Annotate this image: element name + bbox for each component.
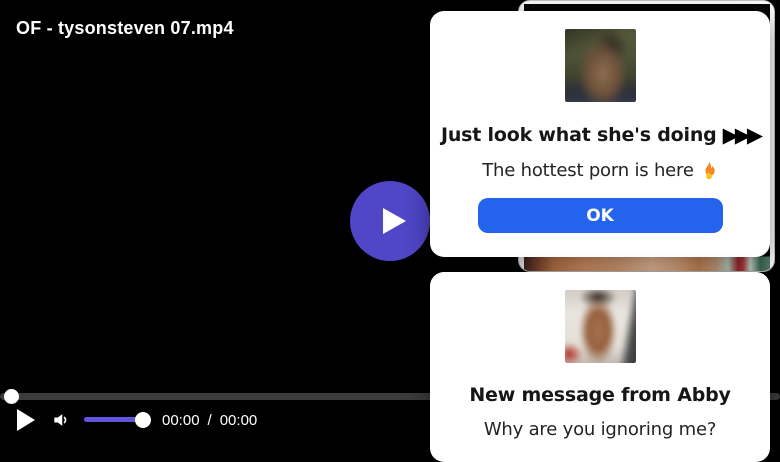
triple-play-arrows-icon: ▶▶▶: [722, 123, 764, 147]
speaker-icon: [54, 414, 67, 426]
ok-button[interactable]: OK: [477, 198, 723, 233]
volume-knob[interactable]: [135, 412, 151, 428]
mute-button[interactable]: [51, 410, 71, 430]
play-icon: [383, 208, 406, 234]
promo-popup[interactable]: Just look what she's doing ▶▶▶ The hotte…: [430, 11, 770, 257]
fire-icon: [705, 161, 715, 179]
current-time: 00:00: [162, 412, 200, 429]
time-display: 00:00 / 00:00: [162, 412, 257, 429]
message-heading-text: New message from Abby: [469, 384, 731, 406]
message-heading: New message from Abby: [469, 384, 731, 406]
message-popup[interactable]: New message from Abby Why are you ignori…: [430, 272, 770, 462]
promo-subtext-text: The hottest porn is here: [482, 160, 694, 181]
promo-thumbnail: [564, 29, 636, 102]
message-subtext: Why are you ignoring me?: [483, 419, 717, 440]
promo-heading-text: Just look what she's doing: [440, 124, 717, 146]
seek-knob[interactable]: [4, 389, 19, 404]
play-button[interactable]: [17, 409, 35, 431]
duration: 00:00: [219, 412, 258, 429]
selfie-photo-thumbnail-icon: [564, 290, 636, 363]
promo-subtext: The hottest porn is here: [482, 160, 717, 181]
big-play-button[interactable]: [350, 181, 430, 261]
promo-heading: Just look what she's doing ▶▶▶: [440, 123, 764, 147]
message-thumbnail: [564, 290, 636, 363]
webcam-video-thumbnail-icon: [564, 29, 636, 102]
time-separator: /: [207, 412, 212, 429]
message-subtext-text: Why are you ignoring me?: [483, 419, 717, 440]
video-title: OF - tysonsteven 07.mp4: [16, 18, 234, 38]
